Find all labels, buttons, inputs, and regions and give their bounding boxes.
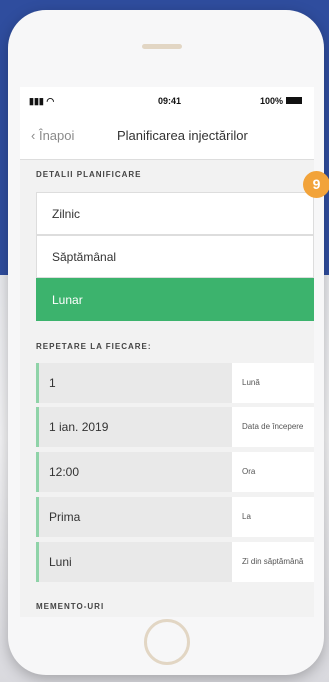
planning-section-header: DETALII PLANIFICARE: [36, 170, 142, 179]
option-weekly[interactable]: Săptămânal: [36, 235, 314, 278]
step-badge: 9: [303, 171, 329, 198]
phone-frame: ▮▮▮ ◠ 09:41 100% ‹ Înapoi Planificarea i…: [8, 10, 324, 675]
status-bar: ▮▮▮ ◠ 09:41 100%: [20, 87, 314, 115]
weekday-field[interactable]: Luni: [36, 542, 232, 582]
start-date-field[interactable]: 1 ian. 2019: [36, 407, 232, 447]
time-label: Ora: [232, 452, 314, 492]
battery-level: 100%: [260, 96, 284, 106]
page-title: Planificarea injectărilor: [117, 128, 248, 143]
repeat-section-header: REPETARE LA FIECARE:: [36, 342, 152, 351]
repeat-row-start-date: 1 ian. 2019 Data de începere: [36, 407, 314, 447]
option-monthly[interactable]: Lunar: [36, 278, 314, 321]
position-label: La: [232, 497, 314, 537]
option-daily[interactable]: Zilnic: [36, 192, 314, 235]
weekday-label: Zi din săptămână: [232, 542, 314, 582]
back-button[interactable]: ‹ Înapoi: [31, 128, 74, 143]
repeat-row-position: Prima La: [36, 497, 314, 537]
repeat-row-time: 12:00 Ora: [36, 452, 314, 492]
position-field[interactable]: Prima: [36, 497, 232, 537]
signal-wifi-icon: ▮▮▮ ◠: [29, 96, 55, 106]
battery-icon: [286, 97, 302, 104]
speaker-grille: [142, 44, 182, 49]
back-label: Înapoi: [38, 128, 75, 143]
reminders-section-header: MEMENTO-URI: [36, 602, 105, 611]
start-date-label: Data de începere: [232, 407, 314, 447]
chevron-left-icon: ‹: [31, 128, 36, 143]
repeat-row-weekday: Luni Zi din săptămână: [36, 542, 314, 582]
interval-field[interactable]: 1: [36, 363, 232, 403]
home-button[interactable]: [144, 619, 190, 665]
status-time: 09:41: [158, 96, 182, 106]
repeat-row-interval: 1 Lună: [36, 363, 314, 403]
interval-label: Lună: [232, 363, 314, 403]
time-field[interactable]: 12:00: [36, 452, 232, 492]
nav-bar: ‹ Înapoi Planificarea injectărilor: [20, 115, 314, 160]
app-screen: ▮▮▮ ◠ 09:41 100% ‹ Înapoi Planificarea i…: [20, 87, 314, 617]
